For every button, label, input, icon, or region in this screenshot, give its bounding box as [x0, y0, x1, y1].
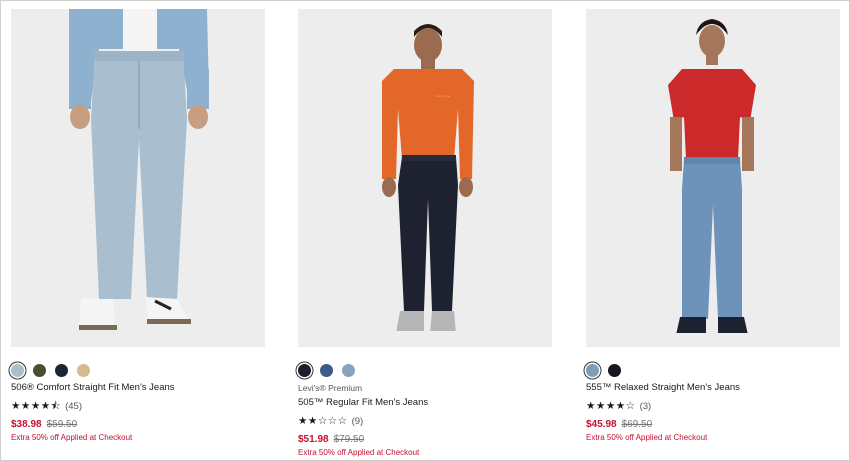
product-title[interactable]: 505™ Regular Fit Men's Jeans [298, 397, 552, 409]
product-brand: Levi's® Premium [298, 383, 363, 393]
sale-price: $51.98 [298, 434, 329, 445]
color-swatch[interactable] [320, 364, 333, 377]
star-rating-icon: ★★★★⯪ [11, 400, 62, 412]
svg-text:~~~: ~~~ [436, 92, 450, 101]
star-rating-icon: ★★☆☆☆ [298, 415, 348, 427]
color-swatch[interactable] [342, 364, 355, 377]
promo-text: Extra 50% off Applied at Checkout [586, 433, 708, 442]
product-title[interactable]: 506® Comfort Straight Fit Men's Jeans [11, 382, 265, 394]
price-block: $38.98 $59.50 [11, 418, 265, 431]
color-swatches [11, 364, 265, 378]
original-price: $79.50 [333, 434, 365, 445]
product-image[interactable]: ~~~ [298, 9, 552, 347]
star-rating-icon: ★★★★☆ [586, 400, 636, 412]
product-image[interactable] [11, 9, 265, 347]
original-price: $59.50 [46, 419, 78, 430]
product-card[interactable]: 555™ Relaxed Straight Men's Jeans ★★★★☆ … [586, 9, 840, 443]
color-swatch[interactable] [33, 364, 46, 377]
color-swatch[interactable] [77, 364, 90, 377]
product-image[interactable] [586, 9, 840, 347]
promo-text: Extra 50% off Applied at Checkout [298, 448, 420, 457]
model-photo-506 [11, 9, 265, 347]
original-price: $69.50 [621, 419, 653, 430]
product-title[interactable]: 555™ Relaxed Straight Men's Jeans [586, 382, 840, 394]
review-count: (9) [351, 416, 364, 427]
color-swatch[interactable] [586, 364, 599, 377]
review-count: (3) [639, 401, 652, 412]
product-grid: 506® Comfort Straight Fit Men's Jeans ★★… [0, 0, 850, 461]
product-card[interactable]: 506® Comfort Straight Fit Men's Jeans ★★… [11, 9, 265, 443]
sale-price: $45.98 [586, 419, 617, 430]
sale-price: $38.98 [11, 419, 42, 430]
price-block: $51.98 $79.50 [298, 433, 552, 446]
color-swatch[interactable] [55, 364, 68, 377]
promo-text: Extra 50% off Applied at Checkout [11, 433, 133, 442]
model-photo-555 [586, 9, 840, 347]
color-swatches [586, 364, 840, 378]
model-photo-505: ~~~ [298, 9, 552, 347]
product-rating[interactable]: ★★★★⯪ (45) [11, 400, 265, 413]
color-swatch[interactable] [11, 364, 24, 377]
review-count: (45) [65, 401, 83, 412]
color-swatch[interactable] [608, 364, 621, 377]
color-swatch[interactable] [298, 364, 311, 377]
price-block: $45.98 $69.50 [586, 418, 840, 431]
product-card[interactable]: ~~~ Levi's® Premium 505™ Regular Fit Men… [298, 9, 552, 458]
product-rating[interactable]: ★★★★☆ (3) [586, 400, 840, 413]
product-rating[interactable]: ★★☆☆☆ (9) [298, 415, 552, 428]
color-swatches [298, 364, 552, 378]
